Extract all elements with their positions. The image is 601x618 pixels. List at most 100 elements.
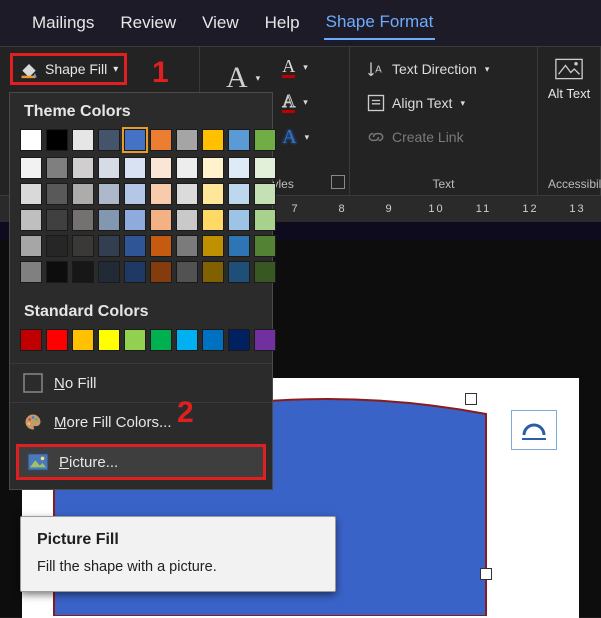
- color-swatch[interactable]: [176, 157, 198, 179]
- layout-options-button[interactable]: [511, 410, 557, 450]
- color-swatch[interactable]: [202, 261, 224, 283]
- color-swatch[interactable]: [46, 129, 68, 151]
- more-fill-colors-item[interactable]: More Fill Colors...: [10, 402, 272, 441]
- tooltip-body: Fill the shape with a picture.: [37, 559, 319, 575]
- text-effects-button[interactable]: A▾: [276, 123, 315, 151]
- color-swatch[interactable]: [202, 183, 224, 205]
- color-swatch[interactable]: [98, 157, 120, 179]
- picture-fill-label: Picture...: [59, 454, 118, 471]
- color-swatch[interactable]: [202, 209, 224, 231]
- color-swatch[interactable]: [228, 129, 250, 151]
- shape-fill-button[interactable]: Shape Fill ▾: [10, 53, 127, 85]
- layout-options-icon: [520, 419, 548, 441]
- dialog-launcher-icon[interactable]: [331, 175, 345, 189]
- color-swatch[interactable]: [72, 261, 94, 283]
- color-swatch[interactable]: [46, 209, 68, 231]
- color-swatch[interactable]: [98, 129, 120, 151]
- color-swatch[interactable]: [150, 183, 172, 205]
- color-swatch[interactable]: [228, 157, 250, 179]
- color-swatch[interactable]: [228, 209, 250, 231]
- color-swatch[interactable]: [202, 329, 224, 351]
- text-direction-button[interactable]: A Text Direction▾: [360, 55, 527, 83]
- color-swatch[interactable]: [124, 209, 146, 231]
- selection-handle[interactable]: [480, 568, 492, 580]
- color-swatch[interactable]: [98, 235, 120, 257]
- alt-text-button[interactable]: Alt Text: [548, 57, 590, 101]
- color-swatch[interactable]: [46, 235, 68, 257]
- color-swatch[interactable]: [150, 329, 172, 351]
- color-swatch[interactable]: [98, 183, 120, 205]
- color-swatch[interactable]: [254, 209, 276, 231]
- color-swatch[interactable]: [254, 129, 276, 151]
- color-swatch[interactable]: [176, 261, 198, 283]
- align-text-button[interactable]: Align Text▾: [360, 89, 527, 117]
- color-swatch[interactable]: [124, 261, 146, 283]
- color-swatch[interactable]: [228, 183, 250, 205]
- color-swatch[interactable]: [20, 329, 42, 351]
- color-swatch[interactable]: [254, 329, 276, 351]
- color-swatch[interactable]: [254, 183, 276, 205]
- color-swatch[interactable]: [176, 209, 198, 231]
- color-swatch[interactable]: [150, 235, 172, 257]
- color-swatch[interactable]: [72, 329, 94, 351]
- color-swatch[interactable]: [124, 183, 146, 205]
- color-swatch[interactable]: [150, 209, 172, 231]
- color-swatch[interactable]: [202, 157, 224, 179]
- color-swatch[interactable]: [228, 235, 250, 257]
- color-swatch[interactable]: [98, 329, 120, 351]
- group-text: A Text Direction▾ Align Text▾ Create Lin…: [350, 47, 538, 195]
- color-swatch[interactable]: [150, 129, 172, 151]
- color-swatch[interactable]: [124, 129, 146, 151]
- color-swatch[interactable]: [46, 157, 68, 179]
- color-swatch[interactable]: [46, 183, 68, 205]
- color-swatch[interactable]: [124, 235, 146, 257]
- svg-text:A: A: [375, 64, 382, 75]
- text-outline-button[interactable]: A▾: [276, 88, 315, 117]
- color-swatch[interactable]: [20, 261, 42, 283]
- color-swatch[interactable]: [228, 329, 250, 351]
- color-swatch[interactable]: [20, 209, 42, 231]
- color-swatch[interactable]: [176, 235, 198, 257]
- color-swatch[interactable]: [20, 183, 42, 205]
- color-swatch[interactable]: [176, 129, 198, 151]
- color-swatch[interactable]: [176, 183, 198, 205]
- color-swatch[interactable]: [124, 329, 146, 351]
- color-swatch[interactable]: [98, 209, 120, 231]
- standard-colors-header: Standard Colors: [10, 293, 272, 329]
- tab-review[interactable]: Review: [118, 7, 178, 39]
- color-swatch[interactable]: [176, 329, 198, 351]
- color-swatch[interactable]: [254, 157, 276, 179]
- tab-shape-format[interactable]: Shape Format: [324, 6, 436, 40]
- color-swatch[interactable]: [72, 183, 94, 205]
- color-swatch[interactable]: [46, 329, 68, 351]
- color-swatch[interactable]: [72, 129, 94, 151]
- color-swatch[interactable]: [150, 157, 172, 179]
- color-swatch[interactable]: [228, 261, 250, 283]
- color-swatch[interactable]: [254, 235, 276, 257]
- text-direction-icon: A: [366, 59, 386, 79]
- tab-help[interactable]: Help: [263, 7, 302, 39]
- color-swatch[interactable]: [46, 261, 68, 283]
- no-fill-item[interactable]: No Fill: [10, 363, 272, 402]
- color-swatch[interactable]: [20, 235, 42, 257]
- picture-fill-item[interactable]: Picture...: [16, 444, 266, 480]
- selection-handle[interactable]: [465, 393, 477, 405]
- tab-view[interactable]: View: [200, 7, 241, 39]
- color-swatch[interactable]: [202, 129, 224, 151]
- color-swatch[interactable]: [20, 157, 42, 179]
- color-swatch[interactable]: [124, 157, 146, 179]
- create-link-button[interactable]: Create Link: [360, 123, 527, 151]
- color-swatch[interactable]: [72, 235, 94, 257]
- text-fill-button[interactable]: A▾: [276, 53, 315, 82]
- color-swatch[interactable]: [254, 261, 276, 283]
- color-swatch[interactable]: [20, 129, 42, 151]
- color-swatch[interactable]: [98, 261, 120, 283]
- color-swatch[interactable]: [72, 209, 94, 231]
- tab-mailings[interactable]: Mailings: [30, 7, 96, 39]
- color-swatch[interactable]: [202, 235, 224, 257]
- color-swatch[interactable]: [150, 261, 172, 283]
- standard-color-row: [10, 329, 272, 363]
- color-swatch[interactable]: [72, 157, 94, 179]
- chevron-down-icon: ▾: [113, 64, 118, 75]
- annotation-2: 2: [177, 396, 194, 430]
